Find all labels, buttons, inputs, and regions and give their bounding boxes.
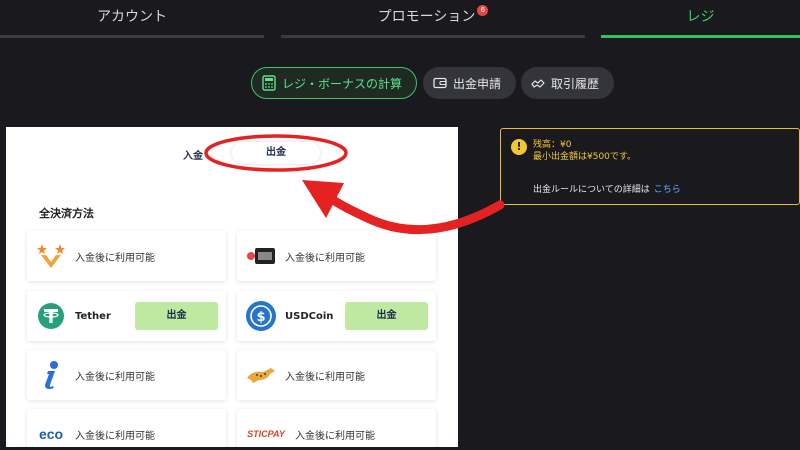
card-logo-icon [245,240,277,272]
history-button[interactable]: 取引履歴 [521,67,614,99]
cheetah-logo-icon [245,359,277,391]
method-status-text: 入金後に利用可能 [295,430,375,442]
calculator-icon [262,75,276,91]
minimum-withdraw-text: 最小出金額は¥500です。 [533,152,637,162]
withdraw-rule-link[interactable]: こちら [654,185,681,195]
svg-text:$: $ [256,310,265,325]
method-name: Tether [75,310,111,322]
eco-logo-icon: eco [35,418,67,447]
tab-promotion-label: プロモーション [377,9,476,25]
tab-account-label: アカウント [97,9,167,25]
payment-method-card: Tether 出金 [27,291,226,341]
history-label: 取引履歴 [551,76,600,91]
bonus-calc-button[interactable]: レジ・ボーナスの計算 [251,67,417,99]
tab-account[interactable]: アカウント [0,0,264,40]
wallet-icon [433,77,447,89]
stars-v-logo-icon [35,240,67,272]
payment-panel: 入金 出金 全決済方法 入金後に利用可能 入金後に利用可能 Tether 出金 … [6,127,458,447]
withdraw-request-label: 出金申請 [453,76,502,91]
payment-method-card[interactable]: eco 入金後に利用可能 [27,409,226,447]
tab-promotion[interactable]: プロモーション 6 [281,0,585,40]
withdraw-request-button[interactable]: 出金申請 [423,67,516,99]
tab-cashier-label: レジ [686,9,715,25]
withdraw-button[interactable]: 出金 [135,302,218,330]
payment-method-card: $ USDCoin 出金 [237,291,436,341]
method-status-text: 入金後に利用可能 [75,430,155,442]
i-logo-icon [35,359,67,391]
payment-method-card[interactable]: 入金後に利用可能 [27,350,226,400]
tab-account-underline [0,35,264,38]
method-status-text: 入金後に利用可能 [75,371,155,383]
sticpay-logo-text: STICPAY [247,429,285,439]
warning-icon: ! [511,139,527,155]
deposit-toggle[interactable]: 入金 [183,147,203,162]
withdraw-rule-label: 出金ルールについての詳細は [533,185,650,195]
tab-promotion-underline [281,35,585,38]
payment-method-card[interactable]: STICPAY 入金後に利用可能 [237,409,436,447]
method-status-text: 入金後に利用可能 [285,252,365,264]
usdcoin-logo-icon: $ [245,300,277,332]
method-name: USDCoin [285,310,334,322]
tab-cashier-underline [601,35,800,38]
sticpay-logo-icon: STICPAY [245,418,287,447]
method-status-text: 入金後に利用可能 [75,252,155,264]
payment-method-card[interactable]: 入金後に利用可能 [237,231,436,281]
bonus-calc-label: レジ・ボーナスの計算 [282,76,403,91]
tab-cashier[interactable]: レジ [601,0,800,40]
promotion-count-badge: 6 [477,5,489,16]
section-title: 全決済方法 [39,207,94,220]
withdraw-info-box: ! 残高：¥0 最小出金額は¥500です。 出金ルールについての詳細は こちら [500,128,800,205]
withdraw-rule-text: 出金ルールについての詳細は こちら [533,182,681,195]
withdraw-toggle[interactable]: 出金 [232,142,320,164]
payment-method-card[interactable]: 入金後に利用可能 [27,231,226,281]
withdraw-button[interactable]: 出金 [345,302,428,330]
tether-logo-icon [35,300,67,332]
payment-method-card[interactable]: 入金後に利用可能 [237,350,436,400]
method-status-text: 入金後に利用可能 [285,371,365,383]
top-tabs: アカウント プロモーション 6 レジ [0,0,800,40]
eco-logo-text: eco [38,426,64,442]
handshake-icon [531,79,545,88]
